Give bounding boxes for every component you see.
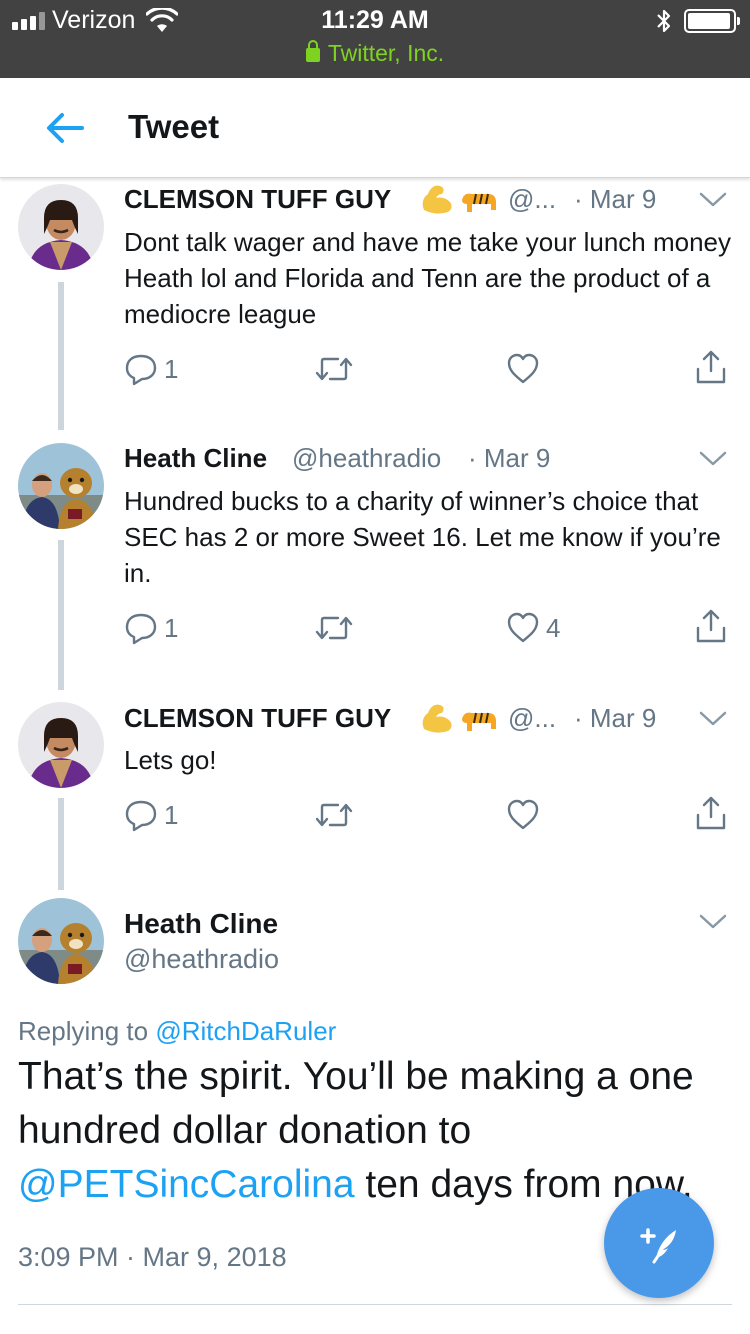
top-nav: Tweet <box>0 78 750 178</box>
chevron-down-icon[interactable] <box>698 709 728 729</box>
share-button[interactable] <box>694 350 728 384</box>
bluetooth-icon <box>657 9 671 33</box>
reply-count: 1 <box>164 612 179 643</box>
like-button[interactable]: 4 <box>506 611 560 645</box>
share-icon <box>696 350 726 384</box>
tweet-text: Hundred bucks to a charity of winner’s c… <box>124 486 721 588</box>
thread-line <box>58 540 64 690</box>
username[interactable]: @heathradio <box>124 944 279 975</box>
thread-line <box>58 798 64 890</box>
reply-button[interactable]: 1 <box>124 611 178 645</box>
flexed-biceps-emoji <box>422 704 452 733</box>
display-name[interactable]: CLEMSON TUFF GUY <box>124 703 391 734</box>
share-button[interactable] <box>694 796 728 830</box>
divider <box>18 1304 732 1305</box>
avatar[interactable] <box>18 898 104 984</box>
retweet-button[interactable] <box>314 611 360 645</box>
retweet-button[interactable] <box>314 798 360 832</box>
reply-icon <box>125 613 157 645</box>
thread-line <box>58 282 64 430</box>
mention-link[interactable]: @RitchDaRuler <box>155 1016 336 1046</box>
tweet-text: Lets go! <box>124 745 217 775</box>
compose-tweet-button[interactable] <box>604 1188 714 1298</box>
retweet-icon <box>315 616 353 640</box>
page-title: Tweet <box>128 108 220 145</box>
battery-icon <box>684 9 740 33</box>
reply-icon <box>125 800 157 832</box>
chevron-down-icon[interactable] <box>698 190 728 210</box>
avatar[interactable] <box>18 702 104 788</box>
tiger-emoji <box>462 712 496 731</box>
username[interactable]: @... <box>508 703 556 734</box>
flexed-biceps-emoji <box>422 185 452 214</box>
username[interactable]: @heathradio <box>292 443 441 474</box>
tweet-date[interactable]: · Mar 9 <box>574 184 656 215</box>
share-button[interactable] <box>694 609 728 643</box>
reply-button[interactable]: 1 <box>124 352 178 386</box>
display-name[interactable]: Heath Cline <box>124 908 278 940</box>
chevron-down-icon[interactable] <box>698 912 728 932</box>
site-name: Twitter, Inc. <box>327 40 445 66</box>
heart-icon <box>507 353 539 384</box>
replying-prefix: Replying to <box>18 1016 149 1046</box>
display-name[interactable]: CLEMSON TUFF GUY <box>124 184 391 215</box>
retweet-button[interactable] <box>314 352 360 386</box>
mention-link[interactable]: @PETSincCarolina <box>18 1163 355 1206</box>
tweet-text: Dont talk wager and have me take your lu… <box>124 227 732 329</box>
tiger-emoji <box>462 193 496 212</box>
share-icon <box>696 796 726 830</box>
status-bar: Verizon 11:29 AM Twitter, Inc. <box>0 0 750 78</box>
tweet-timestamp: 3:09 PM · Mar 9, 2018 <box>18 1242 287 1272</box>
reply-button[interactable]: 1 <box>124 798 178 832</box>
like-button[interactable] <box>506 798 546 832</box>
arrow-left-icon[interactable] <box>40 106 90 150</box>
site-indicator: Twitter, Inc. <box>0 40 750 67</box>
heart-icon <box>507 612 539 643</box>
retweet-icon <box>315 803 353 827</box>
reply-count: 1 <box>164 353 179 384</box>
heart-icon <box>507 799 539 830</box>
clock: 11:29 AM <box>321 6 429 34</box>
compose-tweet-icon <box>640 1228 676 1264</box>
username[interactable]: @... <box>508 184 556 215</box>
tweet-date[interactable]: · Mar 9 <box>468 443 550 474</box>
tweet-date[interactable]: · Mar 9 <box>574 703 656 734</box>
retweet-icon <box>315 357 353 381</box>
like-count: 4 <box>546 612 561 643</box>
display-name[interactable]: Heath Cline <box>124 443 267 474</box>
lock-icon <box>305 40 320 62</box>
reply-icon <box>125 354 157 386</box>
avatar[interactable] <box>18 443 104 529</box>
like-button[interactable] <box>506 352 546 386</box>
tweet-text-part: That’s the spirit. You’ll be making a on… <box>18 1055 694 1152</box>
chevron-down-icon[interactable] <box>698 449 728 469</box>
replying-to: Replying to @RitchDaRuler <box>18 1016 336 1047</box>
reply-count: 1 <box>164 799 179 830</box>
avatar[interactable] <box>18 184 104 270</box>
share-icon <box>696 609 726 643</box>
